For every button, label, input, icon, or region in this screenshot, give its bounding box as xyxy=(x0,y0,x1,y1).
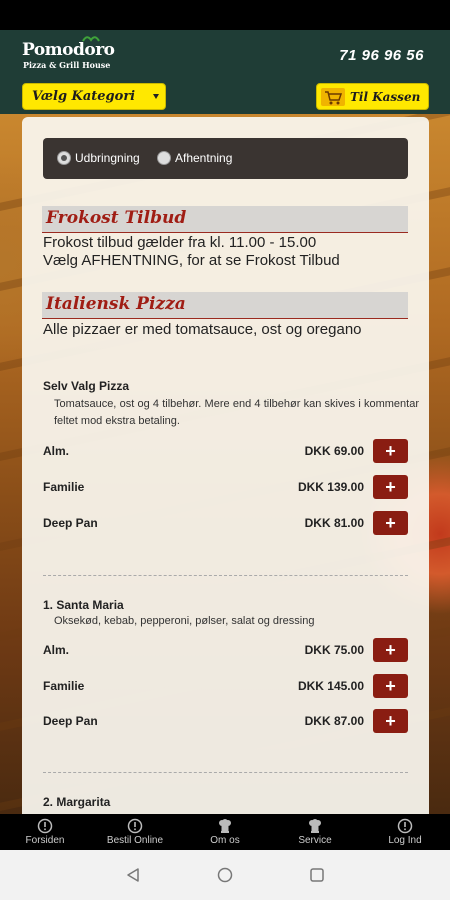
radio-delivery-label: Udbringning xyxy=(75,151,140,165)
nav-item-home[interactable]: Forsiden xyxy=(0,814,90,850)
logo[interactable]: Pomodoro Pizza & Grill House xyxy=(22,36,132,80)
nav-label: Log Ind xyxy=(388,835,422,846)
section-desc-pizza: Alle pizzaer er med tomatsauce, ost og o… xyxy=(43,321,362,338)
section-desc-lunch-line1: Frokost tilbud gælder fra kl. 11.00 - 15… xyxy=(43,234,317,251)
nav-item-about[interactable]: Om os xyxy=(180,814,270,850)
size-label: Alm. xyxy=(43,444,70,458)
price-row: Familie DKK 139.00 + xyxy=(43,475,408,499)
size-label: Alm. xyxy=(43,643,70,657)
price: DKK 69.00 xyxy=(304,444,364,458)
section-title-pizza: Italiensk Pizza xyxy=(46,294,186,314)
price-row: Alm. DKK 69.00 + xyxy=(43,439,408,463)
price: DKK 81.00 xyxy=(304,516,364,530)
nav-label: Om os xyxy=(210,835,240,846)
size-label: Familie xyxy=(43,679,85,693)
price: DKK 139.00 xyxy=(297,480,364,494)
shopping-cart-icon xyxy=(321,87,345,106)
info-circle-icon xyxy=(37,818,53,834)
bottom-nav: Forsiden Bestil Online Om os Service Log… xyxy=(0,814,450,850)
info-circle-icon xyxy=(397,818,413,834)
radio-checked-icon xyxy=(57,151,71,165)
status-bar xyxy=(0,0,450,30)
add-to-cart-button[interactable]: + xyxy=(373,709,408,733)
add-to-cart-button[interactable]: + xyxy=(373,674,408,698)
item-divider xyxy=(43,772,408,773)
chevron-down-icon xyxy=(153,94,159,99)
nav-label: Service xyxy=(298,835,332,846)
radio-pickup[interactable]: Afhentning xyxy=(157,151,232,165)
size-label: Familie xyxy=(43,480,85,494)
price-row: Deep Pan DKK 87.00 + xyxy=(43,709,408,733)
price-row: Alm. DKK 75.00 + xyxy=(43,638,408,662)
item-description: Oksekød, kebab, pepperoni, pølser, salat… xyxy=(54,615,315,627)
add-to-cart-button[interactable]: + xyxy=(373,511,408,535)
add-to-cart-button[interactable]: + xyxy=(373,638,408,662)
category-select-label: Vælg Kategori xyxy=(32,89,136,104)
checkout-button-label: Til Kassen xyxy=(350,89,421,104)
item-name: Selv Valg Pizza xyxy=(43,379,130,393)
info-circle-icon xyxy=(127,818,143,834)
checkout-button[interactable]: Til Kassen xyxy=(316,83,429,110)
size-label: Deep Pan xyxy=(43,714,98,728)
section-desc-lunch-line2: Vælg AFHENTNING, for at se Frokost Tilbu… xyxy=(43,252,340,269)
item-name: 2. Margarita xyxy=(43,795,111,809)
price: DKK 75.00 xyxy=(304,643,364,657)
nav-label: Bestil Online xyxy=(106,835,164,846)
back-icon[interactable] xyxy=(125,867,141,883)
delivery-type-selector: Udbringning Afhentning xyxy=(43,138,408,179)
item-description: Tomatsauce, ost og 4 tilbehør. Mere end … xyxy=(54,398,419,427)
system-nav-bar xyxy=(0,850,450,900)
phone-number[interactable]: 71 96 96 56 xyxy=(339,47,424,64)
nav-item-order-online[interactable]: Bestil Online xyxy=(90,814,180,850)
nav-label: Forsiden xyxy=(25,835,65,846)
category-select[interactable]: Vælg Kategori xyxy=(22,83,166,110)
nav-item-service[interactable]: Service xyxy=(270,814,360,850)
section-header-pizza: Italiensk Pizza xyxy=(42,292,408,319)
chef-icon xyxy=(309,819,321,833)
radio-pickup-label: Afhentning xyxy=(175,151,233,165)
item-name: 1. Santa Maria xyxy=(43,598,124,612)
section-title-lunch: Frokost Tilbud xyxy=(46,208,187,228)
menu-panel: Udbringning Afhentning Frokost Tilbud Fr… xyxy=(22,117,429,814)
section-header-lunch: Frokost Tilbud xyxy=(42,206,408,233)
logo-title: Pomodoro xyxy=(22,40,115,60)
add-to-cart-button[interactable]: + xyxy=(373,439,408,463)
recent-apps-icon[interactable] xyxy=(309,867,325,883)
size-label: Deep Pan xyxy=(43,516,98,530)
item-divider xyxy=(43,575,408,576)
chef-icon xyxy=(219,819,231,833)
home-icon[interactable] xyxy=(217,867,233,883)
add-to-cart-button[interactable]: + xyxy=(373,475,408,499)
price: DKK 87.00 xyxy=(304,714,364,728)
leaf-icon xyxy=(82,36,100,42)
nav-item-login[interactable]: Log Ind xyxy=(360,814,450,850)
radio-unchecked-icon xyxy=(157,151,171,165)
price-row: Deep Pan DKK 81.00 + xyxy=(43,511,408,535)
app-header: Pomodoro Pizza & Grill House 71 96 96 56… xyxy=(0,30,450,114)
price: DKK 145.00 xyxy=(297,679,364,693)
logo-subtitle: Pizza & Grill House xyxy=(23,60,111,70)
radio-delivery[interactable]: Udbringning xyxy=(57,151,140,165)
price-row: Familie DKK 145.00 + xyxy=(43,674,408,698)
